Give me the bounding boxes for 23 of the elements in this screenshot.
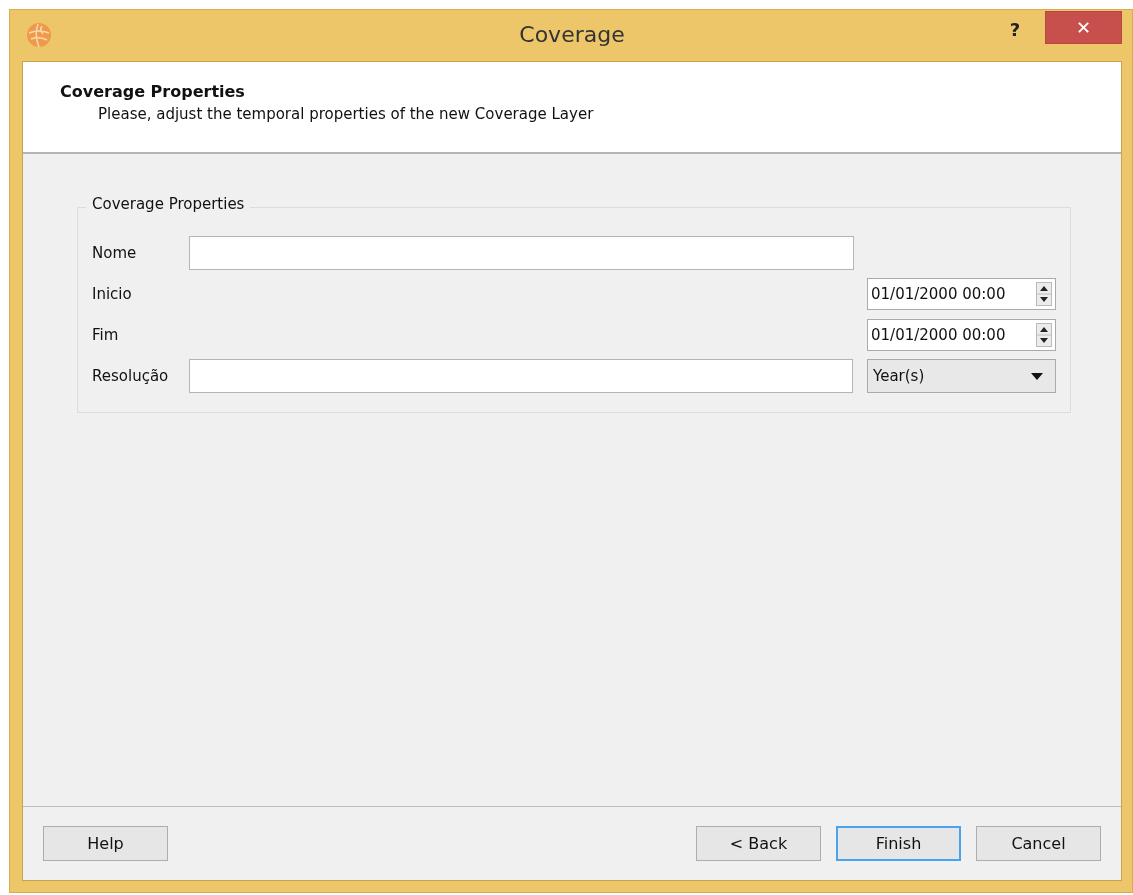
- help-button[interactable]: ?: [995, 16, 1035, 42]
- close-button[interactable]: ✕: [1045, 11, 1122, 44]
- group-title: Coverage Properties: [86, 195, 251, 213]
- dropdown[interactable]: Year(s): [867, 359, 1056, 393]
- field-label: Inicio: [92, 285, 133, 303]
- date-time-field[interactable]: 01/01/2000 00:00: [867, 278, 1056, 310]
- text-field[interactable]: [189, 359, 853, 393]
- spinner-icon: [1036, 282, 1052, 306]
- field-label: Fim: [92, 326, 120, 344]
- spinner-icon: [1036, 323, 1052, 347]
- dialog-button[interactable]: Cancel: [976, 826, 1101, 861]
- dialog-button[interactable]: Finish: [836, 826, 961, 861]
- caret-icon: [1031, 372, 1043, 380]
- page-title: Coverage Properties: [60, 82, 245, 101]
- date-time-field[interactable]: 01/01/2000 00:00: [867, 319, 1056, 351]
- field-label: Resolução: [92, 367, 170, 385]
- dialog-button[interactable]: Help: [43, 826, 168, 861]
- text-field[interactable]: [189, 236, 854, 270]
- field-label: Nome: [92, 244, 138, 262]
- page-subtitle: Please, adjust the temporal properties of the new Coverage Layer: [98, 105, 594, 123]
- globe-icon: [26, 22, 52, 48]
- window-title: Coverage: [519, 22, 625, 47]
- dialog-button[interactable]: < Back: [696, 826, 821, 861]
